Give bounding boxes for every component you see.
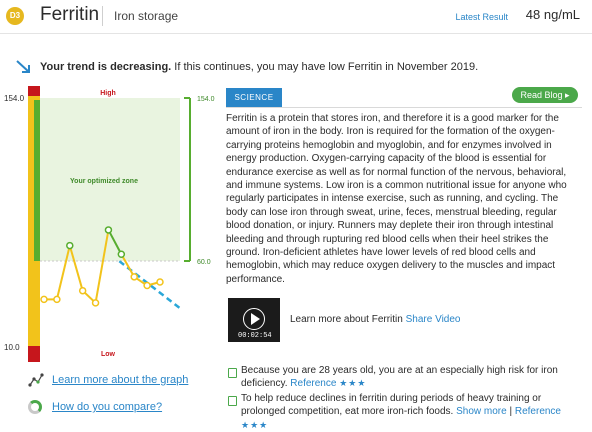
tip-document-icon (228, 368, 237, 378)
zone-top-label: 154.0 (197, 96, 215, 103)
tip-reference-link[interactable]: Reference (290, 378, 336, 389)
learn-more-graph-link[interactable]: Learn more about the graph (52, 374, 188, 386)
share-video-link[interactable]: Share Video (406, 314, 461, 325)
tip-item: To help reduce declines in ferritin duri… (241, 392, 581, 432)
y-axis-top-label: 154.0 (4, 94, 25, 103)
tip-show-more-link[interactable]: Show more (456, 406, 507, 417)
header-divider (0, 33, 592, 34)
page-header: D3 Ferritin Iron storage Latest Result 4… (0, 0, 592, 34)
data-point[interactable] (104, 226, 113, 234)
zone-bottom-label: 60.0 (197, 259, 211, 266)
data-point[interactable] (40, 295, 48, 304)
data-point[interactable] (91, 299, 100, 307)
tip-text: Because you are 28 years old, you are at… (241, 365, 558, 390)
y-axis-bottom-label: 10.0 (4, 343, 20, 352)
data-point[interactable] (130, 273, 138, 281)
graph-info-row: Learn more about the graph (52, 374, 188, 386)
tip-rating-stars: ★★★ (241, 419, 269, 430)
data-point[interactable] (143, 281, 151, 290)
tab-science[interactable]: SCIENCE (226, 88, 282, 108)
tip-document-icon (228, 396, 237, 406)
high-range-bar (28, 86, 40, 96)
play-icon[interactable] (243, 308, 265, 330)
trend-down-arrow-icon (16, 60, 30, 73)
graph-icon (28, 373, 44, 387)
trend-message-bold: Your trend is decreasing. (40, 61, 172, 73)
science-text: Ferritin is a protein that stores iron, … (226, 113, 567, 285)
science-tab-divider (226, 107, 582, 108)
ferritin-chart: 154.0 10.0 High Low Your optimized zone … (4, 86, 215, 362)
video-thumbnail[interactable]: 00:02:54 (228, 298, 280, 342)
latest-result-value: 48 ng/mL (525, 7, 580, 22)
data-point[interactable] (117, 250, 126, 258)
video-duration: 00:02:54 (238, 332, 272, 340)
page-subtitle: Iron storage (114, 9, 179, 23)
trend-message: Your trend is decreasing. If this contin… (40, 61, 478, 73)
data-point[interactable] (66, 241, 74, 250)
trend-message-rest: If this continues, you may have low Ferr… (171, 61, 479, 73)
low-range-bar (28, 346, 40, 362)
page-title: Ferritin (40, 4, 100, 25)
tip-separator: | (506, 406, 515, 418)
tip-rating-stars: ★★★ (339, 378, 367, 389)
compare-donut-icon (28, 400, 42, 414)
tip-item: Because you are 28 years old, you are at… (241, 364, 581, 391)
read-blog-button[interactable]: Read Blog ▸ (512, 87, 578, 103)
tip-reference-link[interactable]: Reference (515, 406, 561, 417)
data-point[interactable] (53, 295, 61, 304)
low-label: Low (101, 351, 116, 358)
optimal-range-bar (34, 100, 40, 261)
title-divider (102, 6, 103, 26)
optimized-zone-label: Your optimized zone (70, 178, 138, 185)
video-caption: Learn more about Ferritin Share Video (290, 314, 460, 325)
compare-row: How do you compare? (52, 401, 162, 413)
latest-result-label: Latest Result (455, 12, 508, 22)
how-do-you-compare-link[interactable]: How do you compare? (52, 401, 162, 413)
high-label: High (100, 90, 116, 97)
low-warning-range-bar (28, 261, 40, 346)
video-caption-text: Learn more about Ferritin (290, 314, 403, 325)
biomarker-badge-icon: D3 (6, 7, 24, 25)
data-point[interactable] (156, 278, 164, 286)
data-point[interactable] (78, 286, 87, 295)
